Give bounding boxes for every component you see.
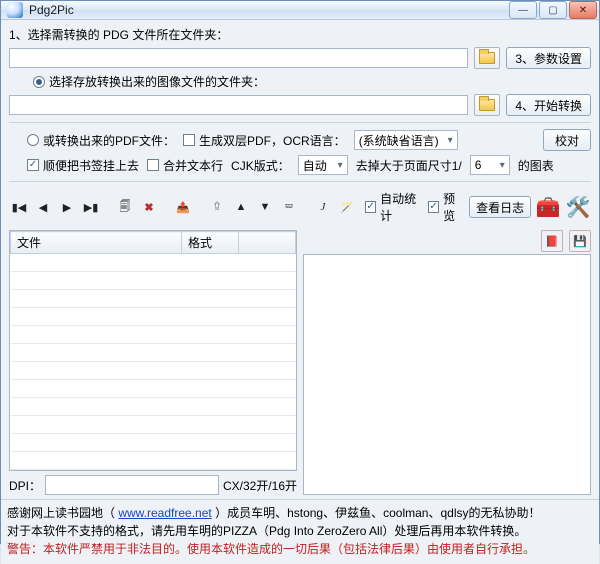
move-up-icon[interactable]: ▲ (231, 198, 251, 216)
log-area[interactable] (303, 254, 591, 495)
minimize-button[interactable]: — (509, 1, 537, 19)
nav-first-icon[interactable]: ▮◀ (9, 198, 29, 216)
export-icon[interactable]: 📤 (173, 198, 193, 216)
col-blank-header[interactable] (239, 232, 296, 254)
collapse-down-icon[interactable]: ⮹ (279, 198, 299, 216)
close-button[interactable]: ✕ (569, 1, 597, 19)
table-row (11, 254, 296, 272)
table-row (11, 362, 296, 380)
dual-pdf-label: 生成双层PDF，OCR语言： (199, 132, 346, 149)
output-pdf-radio[interactable]: 或转换出来的PDF文件： (27, 132, 175, 149)
app-icon (7, 2, 23, 18)
table-row (11, 434, 296, 452)
table-row (11, 308, 296, 326)
checkbox-on-icon: ✓ (428, 201, 439, 213)
col-format-header[interactable]: 格式 (182, 232, 239, 254)
program-settings-icon[interactable]: 🧰 (535, 193, 561, 221)
footer: 感谢网上读书园地（ www.readfree.net ）成员车明、hstong、… (1, 499, 599, 564)
start-convert-button[interactable]: 4、开始转换 (506, 94, 591, 116)
output-folder-label: 选择存放转换出来的图像文件的文件夹： (49, 73, 265, 90)
nav-last-icon[interactable]: ▶▮ (81, 198, 101, 216)
separator (9, 122, 591, 123)
radio-off-icon (27, 134, 39, 146)
folder-icon (479, 99, 495, 111)
trim-combo[interactable]: 6 (470, 155, 510, 175)
autostat-label: 自动统计 (380, 190, 424, 224)
params-button[interactable]: 3、参数设置 (506, 47, 591, 69)
text-tool-icon[interactable]: J (313, 198, 333, 216)
window-title: Pdg2Pic (29, 3, 509, 17)
credits-label-b: ）成员车明、hstong、伊兹鱼、coolman、qdlsy的无私协助！ (215, 506, 540, 520)
trim-suffix-label: 的图表 (518, 157, 554, 174)
source-folder-input[interactable] (9, 48, 468, 68)
output-folder-radio[interactable]: 选择存放转换出来的图像文件的文件夹： (33, 73, 265, 90)
open-pdf-icon[interactable]: 📕 (541, 230, 563, 252)
separator (9, 181, 591, 182)
table-row (11, 344, 296, 362)
table-row (11, 290, 296, 308)
folder-icon (479, 52, 495, 64)
bookmark-label: 顺便把书签挂上去 (43, 157, 139, 174)
delete-icon[interactable]: ✖ (139, 198, 159, 216)
credits-label-a: 感谢网上读书园地（ (7, 506, 118, 520)
trim-value: 6 (475, 158, 482, 172)
bookmark-check[interactable]: ✓ 顺便把书签挂上去 (27, 157, 139, 174)
dpi-input[interactable] (45, 475, 219, 495)
checkbox-off-icon (183, 134, 195, 146)
checkbox-on-icon: ✓ (27, 159, 39, 171)
cjk-combo[interactable]: 自动 (298, 155, 348, 175)
output-pdf-label: 或转换出来的PDF文件： (43, 132, 175, 149)
checkbox-on-icon: ✓ (365, 201, 376, 213)
dpi-tail-label: CX/32开/16开 (223, 477, 297, 494)
ocr-language-combo[interactable]: (系统缺省语言) (354, 130, 458, 150)
pizza-note: 对于本软件不支持的格式，请先用车明的PIZZA（Pdg Into ZeroZer… (7, 522, 593, 540)
copy-icon[interactable]: 🗐 (115, 198, 135, 216)
cjk-label: CJK版式： (231, 157, 290, 174)
radio-on-icon (33, 76, 45, 88)
warning-text: 警告：本软件严禁用于非法目的。使用本软件造成的一切后果（包括法律后果）由使用者自… (7, 540, 593, 558)
table-row (11, 416, 296, 434)
browse-source-button[interactable] (474, 47, 500, 69)
tools-icon[interactable]: 🛠️ (565, 193, 591, 221)
dpi-label: DPI： (9, 477, 41, 494)
output-folder-input[interactable] (9, 95, 468, 115)
checkbox-off-icon (147, 159, 159, 171)
table-row (11, 326, 296, 344)
ocr-language-value: (系统缺省语言) (359, 132, 439, 149)
preview-check[interactable]: ✓ 预览 (428, 190, 465, 224)
step1-label: 1、选择需转换的 PDG 文件所在文件夹： (9, 26, 228, 43)
autostat-check[interactable]: ✓ 自动统计 (365, 190, 424, 224)
move-down-icon[interactable]: ▼ (255, 198, 275, 216)
file-table[interactable]: 文件 格式 (9, 230, 297, 471)
browse-output-button[interactable] (474, 94, 500, 116)
table-row (11, 452, 296, 470)
verify-button[interactable]: 校对 (543, 129, 591, 151)
merge-text-check[interactable]: 合并文本行 (147, 157, 223, 174)
table-row (11, 380, 296, 398)
viewlog-button[interactable]: 查看日志 (469, 196, 531, 218)
save-pdf-icon[interactable]: 💾 (569, 230, 591, 252)
merge-text-label: 合并文本行 (163, 157, 223, 174)
collapse-up-icon[interactable]: ⮸ (207, 198, 227, 216)
preview-label: 预览 (443, 190, 465, 224)
trim-prefix-label: 去掉大于页面尺寸1/ (356, 157, 462, 174)
nav-next-icon[interactable]: ▶ (57, 198, 77, 216)
col-file-header[interactable]: 文件 (11, 232, 182, 254)
dual-pdf-check[interactable]: 生成双层PDF，OCR语言： (183, 132, 346, 149)
cjk-value: 自动 (303, 157, 327, 174)
table-row (11, 272, 296, 290)
nav-prev-icon[interactable]: ◀ (33, 198, 53, 216)
maximize-button[interactable]: ▢ (539, 1, 567, 19)
readfree-link[interactable]: www.readfree.net (118, 506, 211, 520)
wand-icon[interactable]: 🪄 (337, 198, 357, 216)
table-row (11, 398, 296, 416)
